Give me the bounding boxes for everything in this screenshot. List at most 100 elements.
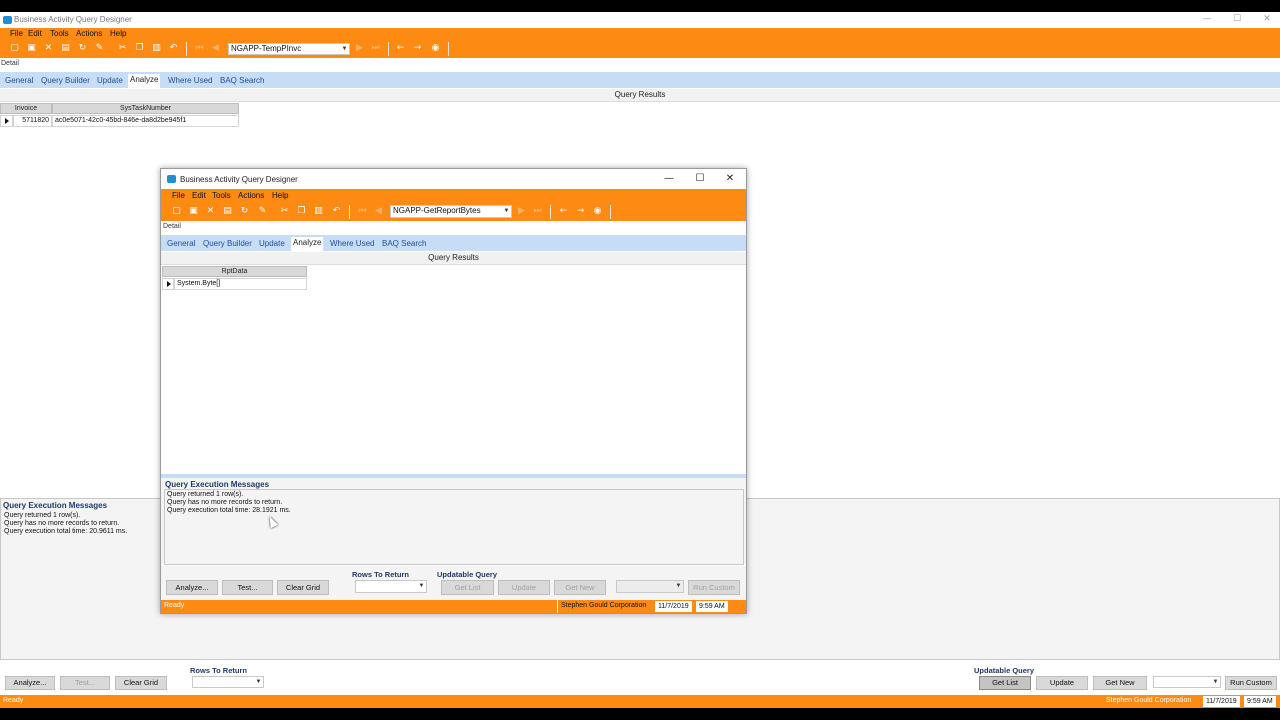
main-minimize-button[interactable]: — bbox=[1192, 12, 1222, 28]
child-update-button[interactable]: Update bbox=[498, 580, 550, 595]
clear-icon[interactable]: ✎ bbox=[257, 206, 268, 217]
tab-baq-search[interactable]: BAQ Search bbox=[382, 239, 426, 248]
child-rows-to-return-combo[interactable]: ▼ bbox=[355, 580, 427, 593]
undo-icon[interactable]: ↶ bbox=[168, 43, 179, 54]
grid-cell-rptdata[interactable]: System.Byte[] bbox=[174, 278, 307, 290]
tab-baq-search[interactable]: BAQ Search bbox=[220, 76, 264, 85]
copy-icon[interactable]: ❐ bbox=[134, 43, 145, 54]
clear-icon[interactable]: ✎ bbox=[94, 43, 105, 54]
chevron-down-icon: ▼ bbox=[418, 583, 425, 589]
toolbar-separator bbox=[610, 205, 611, 219]
column-header-invoice[interactable]: Invoice bbox=[0, 103, 52, 114]
menu-edit[interactable]: Edit bbox=[28, 29, 42, 38]
main-menu-toolbar bbox=[0, 28, 1280, 58]
tab-analyze[interactable]: Analyze bbox=[128, 74, 161, 88]
column-header-rptdata[interactable]: RptData bbox=[162, 266, 307, 277]
grid-cell-systasknumber[interactable]: ac0e5071-42c0-45bd-846e-da8d2be945f1 bbox=[52, 115, 239, 127]
tab-query-builder[interactable]: Query Builder bbox=[41, 76, 90, 85]
main-analyze-button[interactable]: Analyze... bbox=[5, 676, 55, 690]
menu-file[interactable]: File bbox=[172, 191, 185, 200]
first-record-icon[interactable]: ⏮ bbox=[357, 206, 368, 217]
paste-icon[interactable]: ▥ bbox=[313, 206, 324, 217]
tab-general[interactable]: General bbox=[5, 76, 33, 85]
menu-actions[interactable]: Actions bbox=[76, 29, 102, 38]
delete-icon[interactable]: ✕ bbox=[43, 43, 54, 54]
main-clear-grid-button[interactable]: Clear Grid bbox=[115, 676, 167, 690]
main-get-list-button[interactable]: Get List bbox=[979, 676, 1031, 690]
child-clear-grid-button[interactable]: Clear Grid bbox=[277, 580, 329, 595]
save-icon[interactable]: ▣ bbox=[188, 206, 199, 217]
main-custom-combo[interactable]: ▼ bbox=[1153, 676, 1221, 688]
child-minimize-button[interactable]: — bbox=[657, 172, 681, 186]
back-icon[interactable]: ← bbox=[558, 206, 569, 217]
menu-help[interactable]: Help bbox=[110, 29, 126, 38]
tab-update[interactable]: Update bbox=[97, 76, 123, 85]
child-analyze-button[interactable]: Analyze... bbox=[166, 580, 218, 595]
row-selector[interactable] bbox=[162, 278, 174, 290]
menu-edit[interactable]: Edit bbox=[192, 191, 206, 200]
main-query-combo[interactable]: NGAPP-TempPInvc ▼ bbox=[228, 43, 350, 55]
child-get-list-button[interactable]: Get List bbox=[441, 580, 494, 595]
menu-help[interactable]: Help bbox=[272, 191, 288, 200]
menu-tools[interactable]: Tools bbox=[212, 191, 231, 200]
save-icon[interactable]: ▣ bbox=[26, 43, 37, 54]
child-get-new-button[interactable]: Get New bbox=[554, 580, 606, 595]
child-titlebar[interactable]: Business Activity Query Designer — ☐ ✕ bbox=[161, 169, 746, 189]
last-record-icon[interactable]: ⏭ bbox=[370, 43, 381, 54]
child-rows-to-return-label: Rows To Return bbox=[352, 570, 409, 579]
previous-record-icon[interactable]: ◀ bbox=[373, 206, 384, 217]
chevron-down-icon: ▼ bbox=[1212, 679, 1219, 685]
menu-actions[interactable]: Actions bbox=[238, 191, 264, 200]
main-close-button[interactable]: ✕ bbox=[1252, 12, 1280, 28]
next-record-icon[interactable]: ▶ bbox=[354, 43, 365, 54]
cut-icon[interactable]: ✂ bbox=[279, 206, 290, 217]
tab-analyze[interactable]: Analyze bbox=[291, 237, 324, 251]
paste-icon[interactable]: ▥ bbox=[151, 43, 162, 54]
menu-file[interactable]: File bbox=[10, 29, 23, 38]
tab-general[interactable]: General bbox=[167, 239, 195, 248]
main-get-new-button[interactable]: Get New bbox=[1093, 676, 1147, 690]
undo-icon[interactable]: ↶ bbox=[331, 206, 342, 217]
stop-icon[interactable]: ◉ bbox=[592, 206, 603, 217]
new-icon[interactable]: ▢ bbox=[9, 43, 20, 54]
first-record-icon[interactable]: ⏮ bbox=[194, 43, 205, 54]
refresh-icon[interactable]: ↻ bbox=[77, 43, 88, 54]
main-restore-button[interactable]: ☐ bbox=[1222, 12, 1252, 28]
child-close-button[interactable]: ✕ bbox=[718, 172, 742, 186]
tab-where-used[interactable]: Where Used bbox=[168, 76, 212, 85]
main-rows-to-return-label: Rows To Return bbox=[190, 666, 247, 675]
child-custom-combo[interactable]: ▼ bbox=[616, 580, 684, 593]
forward-icon[interactable]: → bbox=[575, 206, 586, 217]
tab-update[interactable]: Update bbox=[259, 239, 285, 248]
copy-icon[interactable]: ❐ bbox=[296, 206, 307, 217]
child-maximize-button[interactable]: ☐ bbox=[688, 172, 712, 186]
main-results-header: Query Results bbox=[0, 89, 1280, 102]
print-icon[interactable]: ▤ bbox=[222, 206, 233, 217]
last-record-icon[interactable]: ⏭ bbox=[532, 206, 543, 217]
main-titlebar[interactable]: Business Activity Query Designer — ☐ ✕ bbox=[0, 12, 1280, 28]
main-run-custom-button[interactable]: Run Custom bbox=[1225, 676, 1277, 690]
main-window-title: Business Activity Query Designer bbox=[14, 15, 132, 24]
tab-query-builder[interactable]: Query Builder bbox=[203, 239, 252, 248]
back-icon[interactable]: ← bbox=[395, 43, 406, 54]
main-update-button[interactable]: Update bbox=[1036, 676, 1088, 690]
child-run-custom-button[interactable]: Run Custom bbox=[688, 580, 740, 595]
print-icon[interactable]: ▤ bbox=[60, 43, 71, 54]
column-header-systasknumber[interactable]: SysTaskNumber bbox=[52, 103, 239, 114]
new-icon[interactable]: ▢ bbox=[171, 206, 182, 217]
row-selector[interactable] bbox=[0, 115, 13, 127]
grid-cell-invoice[interactable]: 5711820 bbox=[13, 115, 52, 127]
tab-where-used[interactable]: Where Used bbox=[330, 239, 374, 248]
main-test-button[interactable]: Test... bbox=[60, 676, 110, 690]
cut-icon[interactable]: ✂ bbox=[117, 43, 128, 54]
stop-icon[interactable]: ◉ bbox=[430, 43, 441, 54]
refresh-icon[interactable]: ↻ bbox=[239, 206, 250, 217]
previous-record-icon[interactable]: ◀ bbox=[210, 43, 221, 54]
delete-icon[interactable]: ✕ bbox=[205, 206, 216, 217]
child-test-button[interactable]: Test... bbox=[222, 580, 273, 595]
main-rows-to-return-combo[interactable]: ▼ bbox=[192, 676, 264, 688]
forward-icon[interactable]: → bbox=[412, 43, 423, 54]
menu-tools[interactable]: Tools bbox=[50, 29, 69, 38]
next-record-icon[interactable]: ▶ bbox=[516, 206, 527, 217]
child-query-combo[interactable]: NGAPP-GetReportBytes ▼ bbox=[390, 205, 512, 218]
